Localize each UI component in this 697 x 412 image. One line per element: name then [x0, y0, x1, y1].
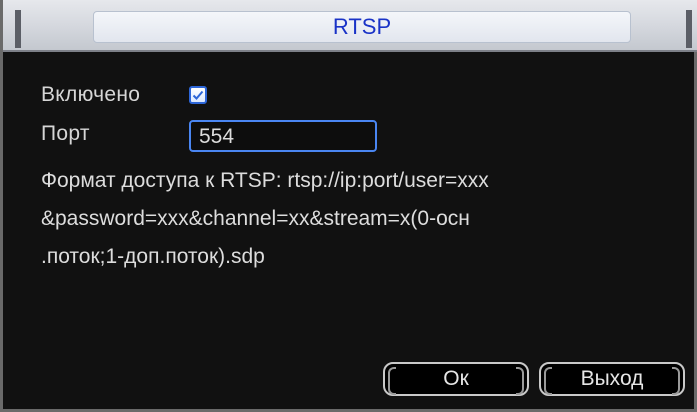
ok-button[interactable]: Ок	[383, 362, 529, 396]
dialog-title: RTSP	[93, 11, 631, 43]
description-line: &password=xxx&channel=xx&stream=x(0-осн	[41, 207, 470, 230]
exit-button[interactable]: Выход	[539, 362, 685, 396]
port-input[interactable]: 554	[189, 120, 377, 152]
rtsp-format-description: Формат доступа к RTSP: rtsp://ip:port/us…	[41, 162, 681, 276]
checkmark-icon	[192, 90, 204, 100]
rtsp-dialog: RTSP Включено Порт 554 Формат доступа к …	[0, 0, 697, 412]
description-line: Формат доступа к RTSP: rtsp://ip:port/us…	[41, 169, 489, 192]
title-bar: RTSP	[3, 0, 697, 52]
description-line: .поток;1-доп.поток).sdp	[41, 245, 265, 268]
title-bar-right-edge	[686, 10, 692, 48]
enabled-label: Включено	[41, 83, 141, 106]
enabled-checkbox[interactable]	[189, 86, 207, 104]
port-label: Порт	[41, 122, 90, 145]
title-bar-left-edge	[15, 10, 21, 48]
